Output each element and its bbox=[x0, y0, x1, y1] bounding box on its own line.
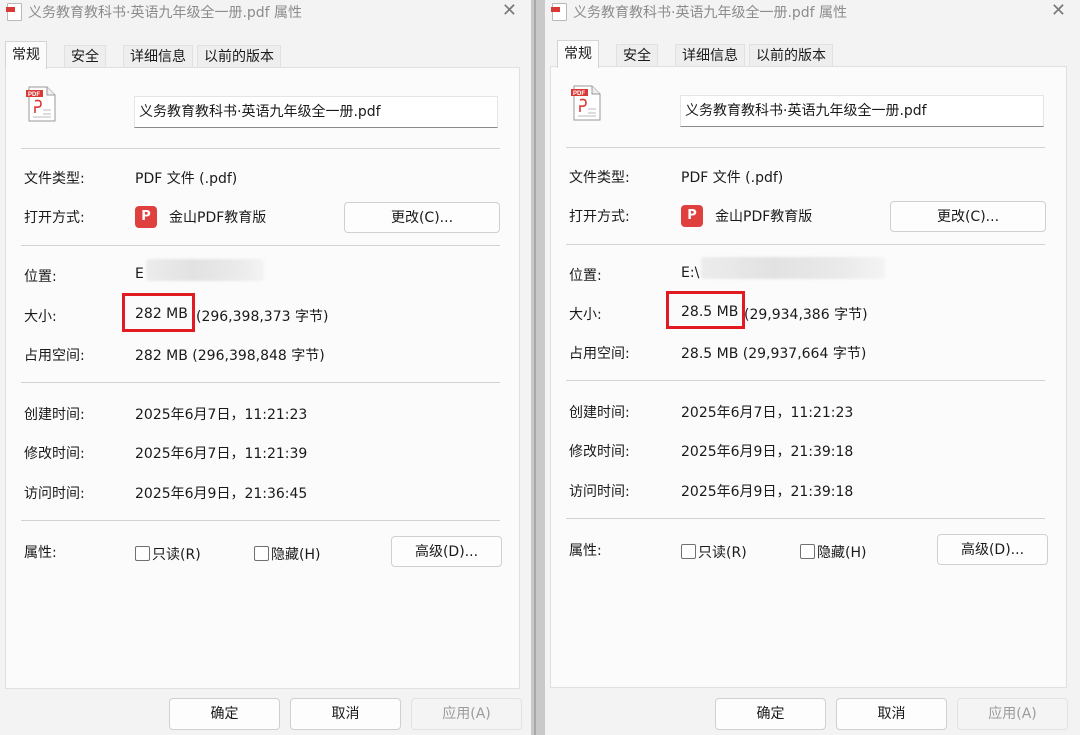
title-bar: 义务教育教科书·英语九年级全一册.pdf 属性 ✕ bbox=[0, 0, 531, 28]
tab-general[interactable]: 常规 bbox=[557, 40, 599, 68]
separator bbox=[21, 382, 500, 383]
separator bbox=[21, 245, 500, 246]
label-modified: 修改时间: bbox=[24, 446, 85, 462]
tab-general[interactable]: 常规 bbox=[5, 41, 47, 69]
properties-window-right: 义务教育教科书·英语九年级全一册.pdf 属性 ✕ 常规 安全 详细信息 以前的… bbox=[545, 0, 1080, 735]
apply-button[interactable]: 应用(A) bbox=[957, 698, 1068, 730]
label-accessed: 访问时间: bbox=[569, 484, 630, 500]
label-accessed: 访问时间: bbox=[24, 486, 85, 502]
apply-button[interactable]: 应用(A) bbox=[411, 698, 522, 730]
tab-bar: 常规 安全 详细信息 以前的版本 bbox=[550, 40, 1080, 68]
separator bbox=[566, 244, 1045, 245]
properties-window-left: 义务教育教科书·英语九年级全一册.pdf 属性 ✕ 常规 安全 详细信息 以前的… bbox=[0, 0, 531, 735]
value-modified: 2025年6月7日，11:21:39 bbox=[135, 446, 308, 462]
hidden-checkbox[interactable] bbox=[254, 546, 269, 561]
readonly-label: 只读(R) bbox=[698, 545, 747, 561]
value-file-type: PDF 文件 (.pdf) bbox=[681, 170, 784, 186]
separator bbox=[566, 380, 1045, 381]
change-button[interactable]: 更改(C)... bbox=[890, 201, 1046, 232]
separator bbox=[566, 518, 1045, 519]
label-attributes: 属性: bbox=[24, 545, 57, 561]
tab-previous-versions[interactable]: 以前的版本 bbox=[749, 44, 833, 67]
hidden-label: 隐藏(H) bbox=[271, 547, 321, 563]
cancel-button[interactable]: 取消 bbox=[290, 698, 401, 730]
tab-bar: 常规 安全 详细信息 以前的版本 bbox=[5, 41, 531, 69]
tab-details[interactable]: 详细信息 bbox=[675, 44, 745, 67]
pdf-file-icon: PDF bbox=[26, 86, 56, 122]
filename-field[interactable]: 义务教育教科书·英语九年级全一册.pdf bbox=[134, 96, 498, 128]
value-modified: 2025年6月9日，21:39:18 bbox=[681, 444, 854, 460]
label-location: 位置: bbox=[24, 269, 57, 285]
svg-text:PDF: PDF bbox=[573, 91, 585, 97]
label-open-with: 打开方式: bbox=[569, 209, 630, 225]
readonly-checkbox[interactable] bbox=[135, 546, 150, 561]
label-size-on-disk: 占用空间: bbox=[569, 346, 630, 362]
label-attributes: 属性: bbox=[569, 543, 602, 559]
change-button[interactable]: 更改(C)... bbox=[344, 202, 500, 233]
ok-button[interactable]: 确定 bbox=[715, 698, 826, 730]
cancel-button[interactable]: 取消 bbox=[836, 698, 947, 730]
tab-previous-versions[interactable]: 以前的版本 bbox=[197, 45, 281, 68]
ok-button[interactable]: 确定 bbox=[169, 698, 280, 730]
highlight-box bbox=[122, 293, 195, 332]
value-size-bytes: (296,398,373 字节) bbox=[196, 309, 329, 325]
value-accessed: 2025年6月9日，21:36:45 bbox=[135, 486, 308, 502]
kingsoft-pdf-icon: P bbox=[681, 205, 703, 227]
value-accessed: 2025年6月9日，21:39:18 bbox=[681, 484, 854, 500]
hidden-label: 隐藏(H) bbox=[817, 545, 867, 561]
label-size: 大小: bbox=[24, 309, 57, 325]
general-panel: PDF 义务教育教科书·英语九年级全一册.pdf 文件类型: PDF 文件 (.… bbox=[550, 66, 1067, 688]
separator bbox=[21, 520, 500, 521]
tab-details[interactable]: 详细信息 bbox=[123, 45, 193, 68]
label-created: 创建时间: bbox=[24, 407, 85, 423]
pdf-file-icon bbox=[6, 3, 22, 21]
separator bbox=[566, 147, 1045, 148]
value-size-on-disk: 282 MB (296,398,848 字节) bbox=[135, 348, 325, 364]
value-size-bytes: (29,934,386 字节) bbox=[744, 307, 868, 323]
label-file-type: 文件类型: bbox=[24, 171, 85, 187]
separator bbox=[21, 148, 500, 149]
general-panel: PDF 义务教育教科书·英语九年级全一册.pdf 文件类型: PDF 文件 (.… bbox=[5, 67, 520, 689]
window-title: 义务教育教科书·英语九年级全一册.pdf 属性 bbox=[28, 5, 303, 21]
pdf-file-icon: PDF bbox=[571, 85, 601, 121]
highlight-box bbox=[666, 291, 745, 329]
label-size: 大小: bbox=[569, 307, 602, 323]
value-created: 2025年6月7日，11:21:23 bbox=[135, 407, 308, 423]
hidden-checkbox[interactable] bbox=[800, 544, 815, 559]
advanced-button[interactable]: 高级(D)... bbox=[937, 534, 1048, 565]
redacted-path bbox=[146, 259, 264, 281]
label-file-type: 文件类型: bbox=[569, 170, 630, 186]
label-modified: 修改时间: bbox=[569, 444, 630, 460]
kingsoft-pdf-icon: P bbox=[135, 206, 157, 228]
value-created: 2025年6月7日，11:21:23 bbox=[681, 405, 854, 421]
svg-text:PDF: PDF bbox=[28, 92, 40, 98]
value-open-with: 金山PDF教育版 bbox=[715, 209, 813, 225]
window-title: 义务教育教科书·英语九年级全一册.pdf 属性 bbox=[573, 5, 848, 21]
label-open-with: 打开方式: bbox=[24, 210, 85, 226]
window-divider bbox=[531, 0, 545, 735]
value-open-with: 金山PDF教育版 bbox=[169, 210, 267, 226]
tab-security[interactable]: 安全 bbox=[616, 44, 658, 67]
readonly-label: 只读(R) bbox=[152, 547, 201, 563]
close-icon[interactable]: ✕ bbox=[502, 0, 517, 22]
redacted-path bbox=[701, 257, 885, 279]
tab-security[interactable]: 安全 bbox=[64, 45, 106, 68]
title-bar: 义务教育教科书·英语九年级全一册.pdf 属性 ✕ bbox=[545, 0, 1080, 28]
close-icon[interactable]: ✕ bbox=[1051, 0, 1066, 22]
value-location: E:\ bbox=[681, 265, 700, 281]
value-location: E bbox=[135, 266, 144, 282]
filename-field[interactable]: 义务教育教科书·英语九年级全一册.pdf bbox=[680, 95, 1044, 127]
label-size-on-disk: 占用空间: bbox=[24, 348, 85, 364]
label-created: 创建时间: bbox=[569, 405, 630, 421]
advanced-button[interactable]: 高级(D)... bbox=[391, 536, 502, 567]
value-file-type: PDF 文件 (.pdf) bbox=[135, 171, 238, 187]
value-size-on-disk: 28.5 MB (29,937,664 字节) bbox=[681, 346, 867, 362]
readonly-checkbox[interactable] bbox=[681, 544, 696, 559]
pdf-file-icon bbox=[551, 3, 567, 21]
label-location: 位置: bbox=[569, 268, 602, 284]
